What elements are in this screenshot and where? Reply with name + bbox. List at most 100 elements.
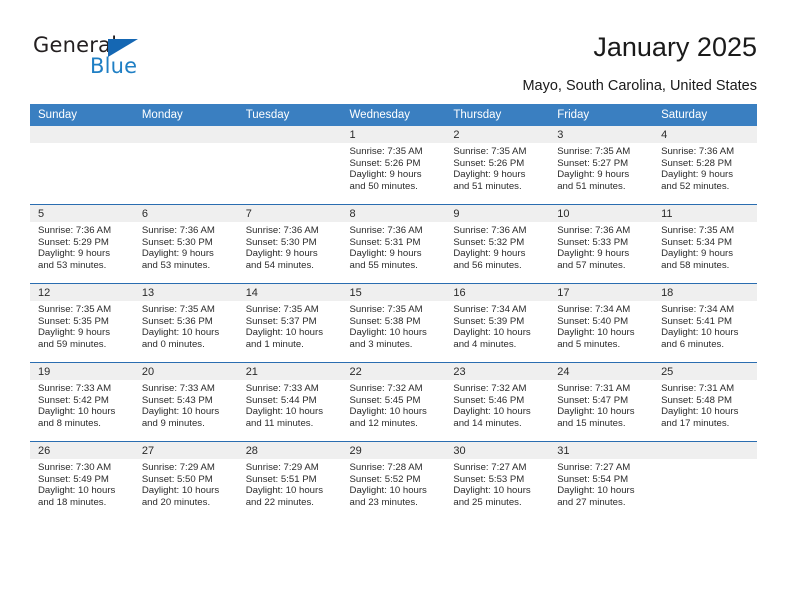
calendar-day-cell[interactable]: 9 Sunrise: 7:36 AM Sunset: 5:32 PM Daylight… [445,204,550,284]
day-sun-info: Sunrise: 7:32 AM Sunset: 5:46 PM Daylight:… [445,380,549,429]
daylight-text-line1: Daylight: 10 hours [245,327,324,339]
calendar-day-cell[interactable]: 25 Sunrise: 7:31 AM Sunset: 5:48 PM Dayligh… [653,362,757,442]
day-number: 11 [653,205,757,222]
day-number [237,126,342,143]
day-sun-info [238,143,342,146]
day-number: 7 [237,205,342,222]
calendar-day-cell[interactable]: 17 Sunrise: 7:34 AM Sunset: 5:40 PM Dayligh… [549,283,654,363]
sunset-text: Sunset: 5:37 PM [245,315,317,327]
calendar-day-cell[interactable]: 6 Sunrise: 7:36 AM Sunset: 5:30 PM Daylight… [133,204,238,284]
daylight-text-line2: and 22 minutes. [245,496,314,508]
daylight-text-line2: and 9 minutes. [141,417,205,429]
sunrise-text: Sunrise: 7:36 AM [245,225,319,236]
day-sun-info: Sunrise: 7:35 AM Sunset: 5:36 PM Daylight:… [134,301,238,350]
sunset-text: Sunset: 5:41 PM [661,315,732,327]
sunset-text: Sunset: 5:47 PM [557,394,629,406]
sunset-text: Sunset: 5:30 PM [245,236,317,248]
generalblue-logo[interactable]: General Blue [33,33,213,79]
calendar-day-cell[interactable]: 23 Sunrise: 7:32 AM Sunset: 5:46 PM Dayligh… [445,362,550,442]
sunrise-text: Sunrise: 7:32 AM [453,383,527,394]
sunset-text: Sunset: 5:42 PM [38,394,109,406]
calendar-day-cell[interactable]: 11 Sunrise: 7:35 AM Sunset: 5:34 PM Dayligh… [653,204,757,284]
day-sun-info: Sunrise: 7:35 AM Sunset: 5:34 PM Daylight:… [653,222,757,271]
day-number: 12 [30,284,134,301]
sunset-text: Sunset: 5:26 PM [453,157,525,169]
daylight-text-line1: Daylight: 10 hours [245,406,324,418]
calendar-day-cell[interactable]: 18 Sunrise: 7:34 AM Sunset: 5:41 PM Dayligh… [653,283,757,363]
sunrise-text: Sunrise: 7:30 AM [38,462,112,473]
calendar-day-cell[interactable]: 16 Sunrise: 7:34 AM Sunset: 5:39 PM Dayligh… [445,283,550,363]
sunrise-text: Sunrise: 7:35 AM [349,146,423,157]
day-number: 23 [445,363,550,380]
calendar-day-cell[interactable]: 29 Sunrise: 7:28 AM Sunset: 5:52 PM Dayligh… [341,441,446,520]
daylight-text-line1: Daylight: 10 hours [245,485,324,497]
day-number: 17 [549,284,654,301]
sunrise-text: Sunrise: 7:35 AM [141,304,215,315]
day-box [237,126,342,204]
day-number: 28 [237,442,342,459]
day-box: 14 Sunrise: 7:35 AM Sunset: 5:37 PM Dayligh… [237,284,342,362]
weekday-header-thursday: Thursday [445,104,550,126]
daylight-text-line1: Daylight: 9 hours [245,248,318,260]
day-sun-info: Sunrise: 7:33 AM Sunset: 5:43 PM Daylight:… [134,380,238,429]
calendar-day-cell[interactable]: 2 Sunrise: 7:35 AM Sunset: 5:26 PM Daylight… [445,126,550,205]
day-box: 3 Sunrise: 7:35 AM Sunset: 5:27 PM Daylight… [549,126,654,204]
daylight-text-line2: and 18 minutes. [38,496,107,508]
day-number: 8 [341,205,446,222]
calendar-day-cell[interactable]: 21 Sunrise: 7:33 AM Sunset: 5:44 PM Dayligh… [237,362,342,442]
daylight-text-line2: and 4 minutes. [453,338,517,350]
daylight-text-line1: Daylight: 10 hours [453,485,531,497]
calendar-day-cell[interactable]: 1 Sunrise: 7:35 AM Sunset: 5:26 PM Daylight… [341,126,446,205]
calendar-day-cell[interactable]: 24 Sunrise: 7:31 AM Sunset: 5:47 PM Dayligh… [549,362,654,442]
calendar-day-cell[interactable]: 20 Sunrise: 7:33 AM Sunset: 5:43 PM Dayligh… [133,362,238,442]
day-number: 1 [341,126,446,143]
calendar-day-cell[interactable]: 12 Sunrise: 7:35 AM Sunset: 5:35 PM Dayligh… [30,283,134,363]
day-sun-info: Sunrise: 7:36 AM Sunset: 5:32 PM Daylight:… [445,222,549,271]
calendar-day-cell[interactable]: 30 Sunrise: 7:27 AM Sunset: 5:53 PM Dayligh… [445,441,550,520]
sunrise-text: Sunrise: 7:36 AM [38,225,112,236]
daylight-text-line1: Daylight: 9 hours [141,248,214,260]
sunset-text: Sunset: 5:51 PM [245,473,317,485]
day-sun-info: Sunrise: 7:33 AM Sunset: 5:42 PM Daylight:… [30,380,134,429]
daylight-text-line2: and 57 minutes. [557,259,626,271]
daylight-text-line2: and 20 minutes. [141,496,211,508]
calendar-day-cell[interactable]: 14 Sunrise: 7:35 AM Sunset: 5:37 PM Dayligh… [237,283,342,363]
daylight-text-line2: and 53 minutes. [141,259,211,271]
calendar-day-cell[interactable]: 15 Sunrise: 7:35 AM Sunset: 5:38 PM Dayligh… [341,283,446,363]
day-number: 5 [30,205,134,222]
calendar-day-cell[interactable]: 27 Sunrise: 7:29 AM Sunset: 5:50 PM Dayligh… [133,441,238,520]
calendar-day-cell[interactable]: 5 Sunrise: 7:36 AM Sunset: 5:29 PM Daylight… [30,204,134,284]
calendar-day-cell[interactable]: 28 Sunrise: 7:29 AM Sunset: 5:51 PM Dayligh… [237,441,342,520]
sunset-text: Sunset: 5:30 PM [141,236,213,248]
calendar-day-cell[interactable]: 31 Sunrise: 7:27 AM Sunset: 5:54 PM Dayligh… [549,441,654,520]
calendar-day-cell[interactable]: 13 Sunrise: 7:35 AM Sunset: 5:36 PM Dayligh… [133,283,238,363]
day-box: 6 Sunrise: 7:36 AM Sunset: 5:30 PM Daylight… [133,205,238,283]
sunrise-text: Sunrise: 7:27 AM [453,462,527,473]
sunset-text: Sunset: 5:46 PM [453,394,525,406]
day-sun-info [30,143,134,146]
daylight-text-line2: and 55 minutes. [349,259,418,271]
calendar-day-cell[interactable]: 4 Sunrise: 7:36 AM Sunset: 5:28 PM Daylight… [653,126,757,205]
daylight-text-line2: and 58 minutes. [661,259,730,271]
calendar-week-row: 5 Sunrise: 7:36 AM Sunset: 5:29 PM Daylight… [30,204,757,284]
sunrise-text: Sunrise: 7:36 AM [453,225,527,236]
calendar-day-cell[interactable]: 19 Sunrise: 7:33 AM Sunset: 5:42 PM Dayligh… [30,362,134,442]
daylight-text-line1: Daylight: 10 hours [453,406,531,418]
day-number: 24 [549,363,654,380]
sunrise-text: Sunrise: 7:35 AM [245,304,319,315]
calendar-day-cell[interactable]: 26 Sunrise: 7:30 AM Sunset: 5:49 PM Dayligh… [30,441,134,520]
day-box: 15 Sunrise: 7:35 AM Sunset: 5:38 PM Dayligh… [341,284,446,362]
daylight-text-line1: Daylight: 9 hours [349,169,422,181]
calendar-day-cell[interactable]: 7 Sunrise: 7:36 AM Sunset: 5:30 PM Daylight… [237,204,342,284]
calendar-day-cell[interactable]: 3 Sunrise: 7:35 AM Sunset: 5:27 PM Daylight… [549,126,654,205]
day-sun-info: Sunrise: 7:31 AM Sunset: 5:48 PM Daylight:… [653,380,757,429]
calendar-day-cell[interactable]: 10 Sunrise: 7:36 AM Sunset: 5:33 PM Dayligh… [549,204,654,284]
calendar-container: Sunday Monday Tuesday Wednesday Thursday… [30,104,757,520]
calendar-day-cell[interactable]: 8 Sunrise: 7:36 AM Sunset: 5:31 PM Daylight… [341,204,446,284]
daylight-text-line2: and 1 minute. [245,338,304,350]
daylight-text-line2: and 25 minutes. [453,496,522,508]
daylight-text-line1: Daylight: 10 hours [349,327,427,339]
day-box: 21 Sunrise: 7:33 AM Sunset: 5:44 PM Dayligh… [237,363,342,441]
day-sun-info: Sunrise: 7:35 AM Sunset: 5:37 PM Daylight:… [238,301,342,350]
calendar-day-cell[interactable]: 22 Sunrise: 7:32 AM Sunset: 5:45 PM Dayligh… [341,362,446,442]
